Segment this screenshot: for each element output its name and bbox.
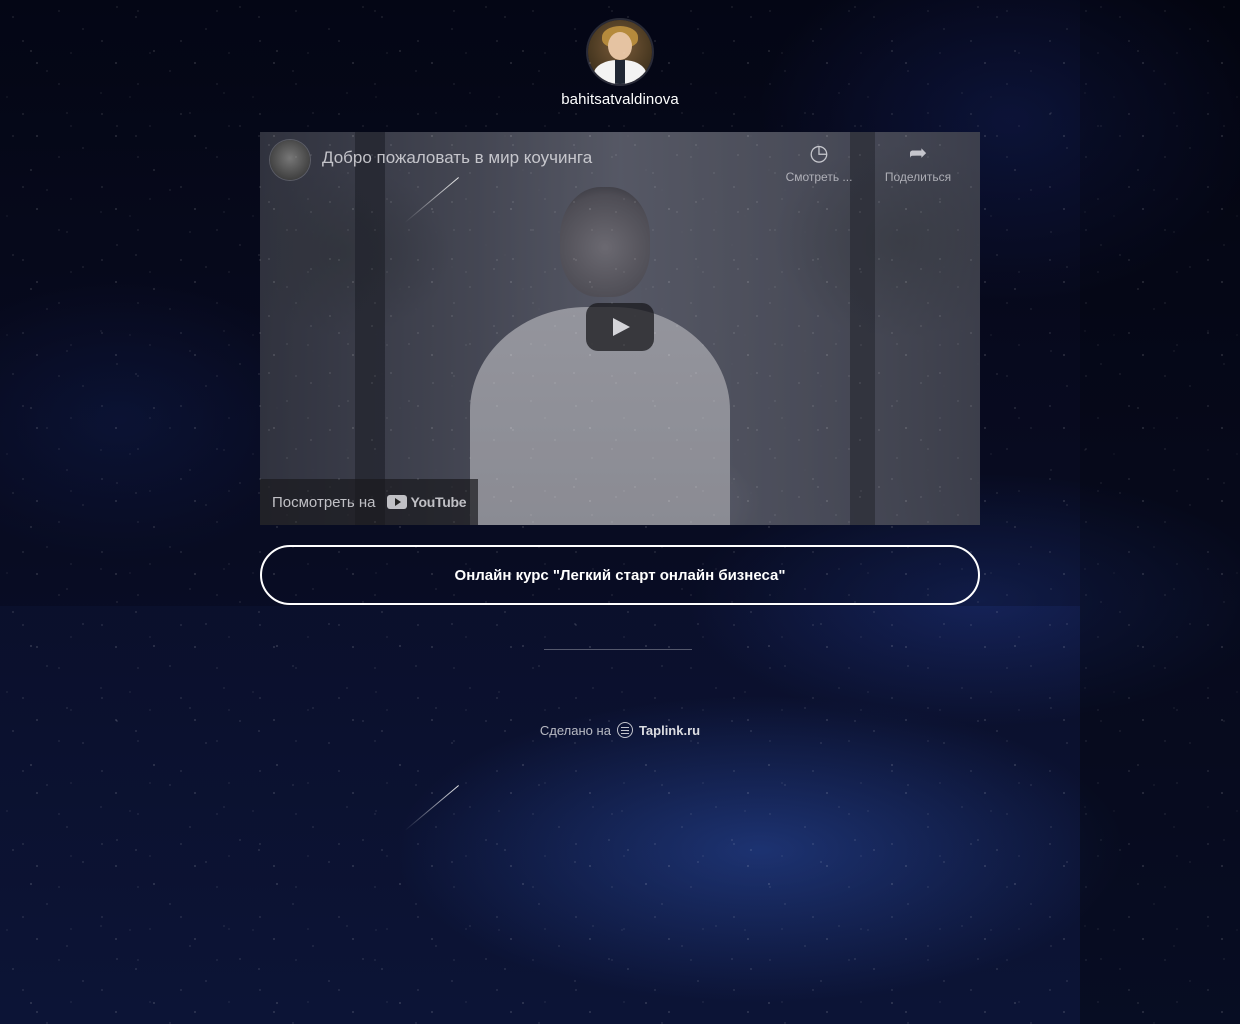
watch-on-youtube-button[interactable]: Посмотреть на YouTube — [260, 479, 478, 525]
made-on-label: Сделано на — [539, 722, 611, 738]
profile-page: bahitsatvaldinova Добро пожаловать в мир… — [0, 0, 1240, 1024]
youtube-video-embed[interactable]: Добро пожаловать в мир коучинга ◷ Смотре… — [260, 132, 980, 525]
video-title[interactable]: Добро пожаловать в мир коучинга — [322, 148, 592, 168]
share-icon: ➦ — [908, 140, 928, 165]
clock-icon: ◷ — [809, 140, 829, 165]
page-background: bahitsatvaldinova Добро пожаловать в мир… — [0, 0, 1240, 1024]
course-link-label: Онлайн курс "Легкий старт онлайн бизнеса… — [454, 566, 786, 584]
shooting-star — [404, 785, 459, 831]
divider — [544, 649, 692, 650]
channel-avatar-icon[interactable] — [270, 140, 310, 180]
youtube-logo-icon: YouTube — [387, 494, 467, 510]
course-link-button[interactable]: Онлайн курс "Легкий старт онлайн бизнеса… — [260, 545, 980, 605]
play-icon[interactable] — [586, 303, 654, 351]
avatar-face — [608, 32, 632, 60]
footer-made-on[interactable]: Сделано на Taplink.ru — [470, 722, 770, 738]
share-label: Поделиться — [884, 170, 952, 184]
watch-later-label: Смотреть ... — [785, 170, 853, 184]
watch-later-button[interactable]: ◷ Смотреть ... — [779, 140, 859, 184]
platform-label: YouTube — [410, 494, 467, 510]
avatar-shirt — [615, 60, 625, 84]
share-button[interactable]: ➦ Поделиться — [878, 140, 958, 184]
taplink-brand-link[interactable]: Taplink.ru — [639, 723, 700, 738]
username: bahitsatvaldinova — [561, 91, 679, 108]
watch-on-label: Посмотреть на — [272, 493, 376, 511]
taplink-icon — [616, 722, 633, 738]
avatar[interactable] — [588, 20, 652, 84]
